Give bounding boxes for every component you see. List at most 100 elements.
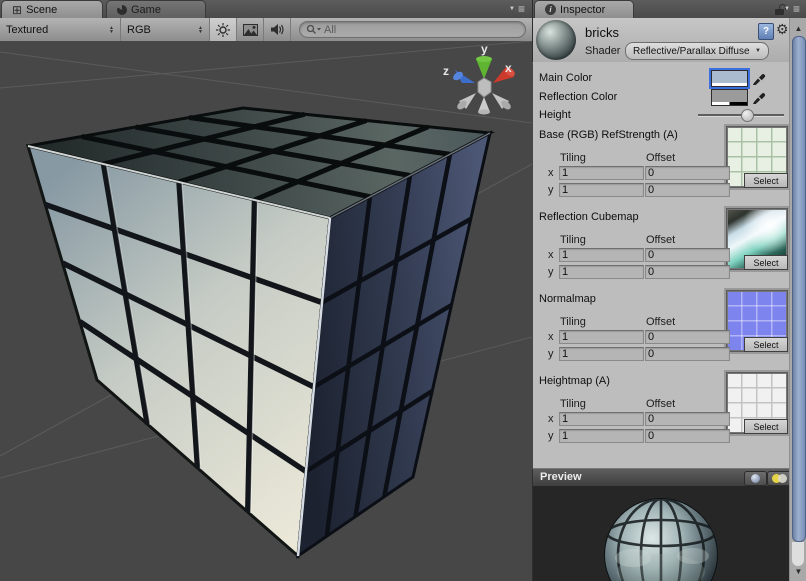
base-select-button[interactable]: Select — [744, 173, 788, 188]
preview-sphere-button[interactable] — [744, 471, 767, 486]
preview-lighting-button[interactable] — [767, 471, 791, 486]
normalmap-section-label: Normalmap — [539, 293, 596, 305]
heightmap-tiling-header: Tiling — [560, 398, 586, 410]
normalmap-tiling-x-input[interactable] — [559, 330, 644, 344]
main-color-eyedropper-icon[interactable] — [752, 70, 766, 85]
heightmap-offset-header: Offset — [646, 398, 675, 410]
scrollbar-thumb[interactable] — [792, 36, 806, 542]
cubemap-texture-thumbnail[interactable]: Select — [726, 208, 788, 270]
scrollbar-up-arrow[interactable]: ▲ — [790, 24, 806, 33]
heightmap-select-button[interactable]: Select — [744, 419, 788, 434]
image-icon — [243, 24, 258, 36]
cubemap-tiling-x-input[interactable] — [559, 248, 644, 262]
scene-search-field[interactable] — [299, 21, 526, 38]
base-offset-x-input[interactable] — [645, 166, 730, 180]
height-label: Height — [539, 109, 571, 121]
normalmap-texture-thumbnail[interactable]: Select — [726, 290, 788, 352]
scene-3d-canvas: y x z — [0, 41, 532, 581]
tab-game[interactable]: Game — [106, 0, 206, 18]
tab-game-label: Game — [131, 4, 161, 16]
glass-block-cube[interactable] — [28, 108, 490, 556]
normalmap-select-button[interactable]: Select — [744, 337, 788, 352]
menu-caret-icon: ▼ — [509, 4, 516, 14]
draw-mode-value: Textured — [6, 24, 48, 36]
heightmap-texture-thumbnail[interactable]: Select — [726, 372, 788, 434]
lighting-toggle-button[interactable] — [210, 18, 237, 41]
main-color-label: Main Color — [539, 72, 592, 84]
base-offset-y-input[interactable] — [645, 183, 730, 197]
preview-sphere-render — [533, 486, 790, 581]
base-tiling-y-input[interactable] — [559, 183, 644, 197]
height-slider-handle[interactable] — [741, 109, 754, 122]
cubemap-offset-x-input[interactable] — [645, 248, 730, 262]
cubemap-offset-y-input[interactable] — [645, 265, 730, 279]
main-color-swatch[interactable] — [711, 70, 748, 87]
scene-orientation-gizmo[interactable]: y x z — [443, 42, 516, 115]
material-preview-area[interactable] — [532, 486, 790, 581]
gizmo-z-label: z — [443, 64, 449, 78]
base-tiling-header: Tiling — [560, 152, 586, 164]
tab-inspector-label: Inspector — [560, 4, 605, 16]
heightmap-offset-x-input[interactable] — [645, 412, 730, 426]
scene-viewport[interactable]: y x z — [0, 41, 532, 581]
cubemap-offset-header: Offset — [646, 234, 675, 246]
draw-mode-dropdown[interactable]: Textured ▲▼ — [0, 18, 121, 41]
updown-arrows-icon: ▲▼ — [109, 26, 114, 34]
base-section-label: Base (RGB) RefStrength (A) — [539, 129, 678, 141]
help-icon[interactable]: ? — [758, 23, 774, 40]
inspector-scrollbar[interactable]: ▲ ▼ — [789, 18, 806, 581]
normalmap-offset-y-input[interactable] — [645, 347, 730, 361]
base-offset-header: Offset — [646, 152, 675, 164]
cubemap-select-button[interactable]: Select — [744, 255, 788, 270]
skybox-toggle-button[interactable] — [237, 18, 264, 41]
reflection-color-swatch[interactable] — [711, 89, 748, 106]
base-y-label: y — [548, 184, 554, 196]
shader-dropdown[interactable]: Reflective/Parallax Diffuse ▼ — [625, 42, 769, 60]
base-texture-thumbnail[interactable]: Select — [726, 126, 788, 188]
tab-inspector[interactable]: i Inspector — [534, 0, 634, 18]
speaker-icon — [270, 23, 285, 36]
heightmap-offset-y-input[interactable] — [645, 429, 730, 443]
normalmap-tiling-y-input[interactable] — [559, 347, 644, 361]
scene-panel-menu-icon[interactable]: ▼ ≡ — [509, 4, 526, 14]
base-x-label: x — [548, 167, 554, 179]
base-tiling-x-input[interactable] — [559, 166, 644, 180]
updown-arrows-icon: ▲▼ — [198, 26, 203, 34]
audio-toggle-button[interactable] — [264, 18, 291, 41]
search-icon — [306, 24, 322, 35]
reflection-color-eyedropper-icon[interactable] — [752, 89, 766, 104]
gizmo-x-label: x — [505, 61, 512, 75]
inspector-panel-menu-icon[interactable]: ▼ ≡ — [784, 4, 801, 14]
cubemap-section-label: Reflection Cubemap — [539, 211, 639, 223]
normalmap-y-label: y — [548, 348, 554, 360]
info-icon: i — [545, 4, 556, 15]
material-properties: Main Color Reflection Color Height Base … — [533, 62, 789, 468]
normalmap-tiling-header: Tiling — [560, 316, 586, 328]
color-mode-dropdown[interactable]: RGB ▲▼ — [121, 18, 210, 41]
color-mode-value: RGB — [127, 24, 151, 36]
scene-toolbar: Textured ▲▼ RGB ▲▼ — [0, 18, 532, 42]
heightmap-x-label: x — [548, 413, 554, 425]
texture-section-cubemap: Reflection CubemapSelectTilingOffsetxy — [533, 208, 789, 290]
heightmap-tiling-x-input[interactable] — [559, 412, 644, 426]
lights-icon — [772, 474, 786, 483]
cubemap-tiling-y-input[interactable] — [559, 265, 644, 279]
reflection-color-label: Reflection Color — [539, 91, 617, 103]
scene-grid-icon: ⊞ — [12, 3, 22, 17]
alpha-bar — [712, 83, 747, 86]
tab-scene[interactable]: ⊞ Scene — [1, 0, 103, 18]
cubemap-x-label: x — [548, 249, 554, 261]
normalmap-offset-x-input[interactable] — [645, 330, 730, 344]
heightmap-tiling-y-input[interactable] — [559, 429, 644, 443]
preview-header: Preview — [532, 468, 790, 488]
scene-search-input[interactable] — [322, 23, 519, 37]
normalmap-x-label: x — [548, 331, 554, 343]
preview-title: Preview — [540, 471, 582, 483]
sphere-icon — [751, 474, 760, 483]
scrollbar-down-arrow[interactable]: ▼ — [790, 567, 806, 576]
material-preview-thumbnail — [536, 20, 576, 60]
cubemap-tiling-header: Tiling — [560, 234, 586, 246]
alpha-bar — [712, 102, 747, 105]
shader-label: Shader — [585, 45, 620, 57]
texture-section-base: Base (RGB) RefStrength (A) Select Tiling Of… — [533, 126, 789, 208]
